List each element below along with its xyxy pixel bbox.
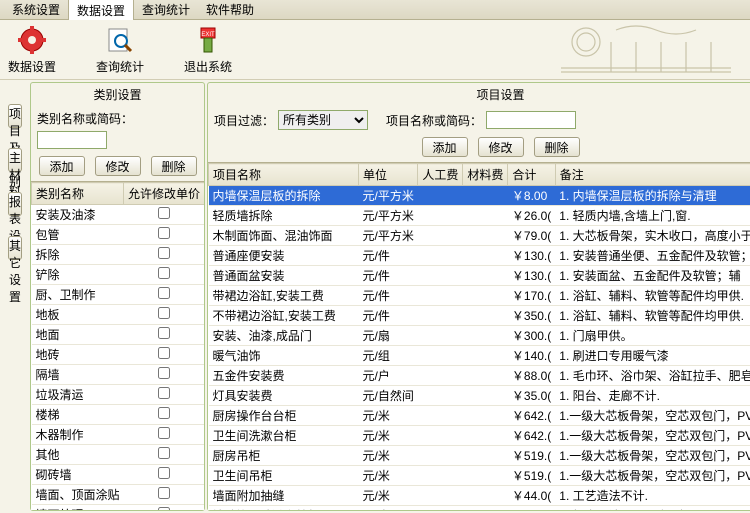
allow-edit-checkbox[interactable] (158, 387, 170, 399)
menu-0[interactable]: 系统设置 (4, 0, 68, 20)
svg-text:EXIT: EXIT (201, 32, 215, 38)
table-row[interactable]: 带裙边浴缸,安装工费元/件￥170.(1. 浴缸、辅料、软管等配件均甲供. (209, 286, 750, 306)
allow-edit-checkbox[interactable] (158, 447, 170, 459)
proj-add-button[interactable]: 添加 (422, 137, 468, 157)
cat-name-label: 类别名称或简码： (37, 110, 133, 127)
table-row[interactable]: 地面 (32, 325, 205, 345)
cat-del-button[interactable]: 删除 (151, 156, 197, 176)
table-row[interactable]: 厨房吊柜元/米￥519.(1.一级大芯板骨架，空芯双包门，PVC收. (209, 446, 750, 466)
table-row[interactable]: 墙面、顶面涂贴 (32, 485, 205, 505)
category-panel: 类别设置 类别名称或简码： 添加 修改 删除 类别名称允许修改单价安装及油漆包管… (30, 82, 205, 511)
menu-3[interactable]: 软件帮助 (198, 0, 262, 20)
category-table[interactable]: 类别名称允许修改单价安装及油漆包管拆除铲除厨、卫制作地板地面地砖隔墙垃圾清运楼梯… (31, 182, 204, 510)
table-row[interactable]: 不带裙边浴缸,安装工费元/件￥350.(1. 浴缸、辅料、软管等配件均甲供. (209, 306, 750, 326)
allow-edit-checkbox[interactable] (158, 207, 170, 219)
project-panel: 项目设置 项目过滤： 所有类别 项目名称或简码： 添加 修改 删除 项目名称单位… (207, 82, 750, 511)
project-table[interactable]: 项目名称单位人工费材料费合计备注内墙保温层板的拆除元/平方米￥8.001. 内墙… (208, 163, 750, 510)
nav-btn-3[interactable]: 其它设置 (8, 236, 22, 260)
allow-edit-checkbox[interactable] (158, 427, 170, 439)
table-row[interactable]: 木制面饰面、混油饰面元/平方米￥79.0(1. 大芯板骨架，实木收口，高度小于 (209, 226, 750, 246)
table-row[interactable]: 内墙保温层板的拆除元/平方米￥8.001. 内墙保温层板的拆除与清理 (209, 186, 750, 206)
tool-query[interactable]: 查询统计 (96, 24, 144, 75)
table-row[interactable]: 垃圾清运 (32, 385, 205, 405)
table-row[interactable]: 卫生间吊柜元/米￥519.(1.一级大芯板骨架，空芯双包门，PVC收. (209, 466, 750, 486)
allow-edit-checkbox[interactable] (158, 487, 170, 499)
proj-filter-select[interactable]: 所有类别 (278, 110, 368, 130)
nav-btn-2[interactable]: 报表设置 (8, 192, 22, 216)
tool-data[interactable]: 数据设置 (8, 24, 56, 75)
allow-edit-checkbox[interactable] (158, 507, 170, 510)
table-row[interactable]: 墙面处理 (32, 505, 205, 511)
cat-edit-button[interactable]: 修改 (95, 156, 141, 176)
tool-exit[interactable]: EXIT 退出系统 (184, 24, 232, 75)
table-row[interactable]: 安装、油漆,成品门元/扇￥300.(1. 门扇甲供。 (209, 326, 750, 346)
table-row[interactable]: 木器制作 (32, 425, 205, 445)
allow-edit-checkbox[interactable] (158, 347, 170, 359)
table-row[interactable]: 普通面盆安装元/件￥130.(1. 安装面盆、五金配件及软管；辅 (209, 266, 750, 286)
tool-data-label: 数据设置 (8, 58, 56, 75)
table-row[interactable]: 卫生间洗漱台柜元/米￥642.(1.一级大芯板骨架，空芯双包门，PVC收. (209, 426, 750, 446)
menu-1[interactable]: 数据设置 (68, 0, 134, 21)
project-title: 项目设置 (208, 83, 750, 106)
table-row[interactable]: 暖气油饰元/组￥140.(1. 刷进口专用暖气漆 (209, 346, 750, 366)
table-row[interactable]: 地板 (32, 305, 205, 325)
table-row[interactable]: 五金件安装费元/户￥88.0(1. 毛巾环、浴巾架、浴缸拉手、肥皂 (209, 366, 750, 386)
proj-name-input[interactable] (486, 111, 576, 129)
tool-exit-label: 退出系统 (184, 58, 232, 75)
proj-filter-label: 项目过滤： (214, 112, 274, 129)
nav-btn-0[interactable]: 项目及类别 (8, 104, 22, 128)
proj-del-button[interactable]: 删除 (534, 137, 580, 157)
menubar: 系统设置数据设置查询统计软件帮助 (0, 0, 750, 20)
tool-query-label: 查询统计 (96, 58, 144, 75)
table-row[interactable]: 包管 (32, 225, 205, 245)
table-row[interactable]: 其他 (32, 445, 205, 465)
allow-edit-checkbox[interactable] (158, 247, 170, 259)
exit-icon: EXIT (192, 24, 224, 56)
table-row[interactable]: 厨、卫制作 (32, 285, 205, 305)
table-row[interactable]: 灯具安装费元/自然间￥35.0(1. 阳台、走廊不计. (209, 386, 750, 406)
allow-edit-checkbox[interactable] (158, 267, 170, 279)
table-row[interactable]: 拆除 (32, 245, 205, 265)
toolbar: 数据设置 查询统计 EXIT 退出系统 (0, 20, 750, 80)
table-row[interactable]: 墙砖饰面洗漱台管棚元/米￥616.(1. 柜内刷油,6分厚防火板. (209, 506, 750, 511)
menu-2[interactable]: 查询统计 (134, 0, 198, 20)
table-row[interactable]: 铲除 (32, 265, 205, 285)
category-title: 类别设置 (31, 83, 204, 106)
table-row[interactable]: 墙面附加抽缝元/米￥44.0(1. 工艺造法不计. (209, 486, 750, 506)
gear-icon (16, 24, 48, 56)
table-row[interactable]: 普通座便安装元/件￥130.(1. 安装普通坐便、五金配件及软管； (209, 246, 750, 266)
cat-add-button[interactable]: 添加 (39, 156, 85, 176)
table-row[interactable]: 地砖 (32, 345, 205, 365)
allow-edit-checkbox[interactable] (158, 307, 170, 319)
allow-edit-checkbox[interactable] (158, 227, 170, 239)
allow-edit-checkbox[interactable] (158, 367, 170, 379)
cat-name-input[interactable] (37, 131, 107, 149)
allow-edit-checkbox[interactable] (158, 407, 170, 419)
proj-edit-button[interactable]: 修改 (478, 137, 524, 157)
column-decoration (556, 22, 736, 76)
table-row[interactable]: 楼梯 (32, 405, 205, 425)
proj-name-label: 项目名称或简码： (386, 112, 482, 129)
table-row[interactable]: 隔墙 (32, 365, 205, 385)
table-row[interactable]: 安装及油漆 (32, 205, 205, 225)
table-row[interactable]: 轻质墙拆除元/平方米￥26.0(1. 轻质内墙,含墙上门,窗. (209, 206, 750, 226)
allow-edit-checkbox[interactable] (158, 327, 170, 339)
magnifier-icon (104, 24, 136, 56)
left-nav: 项目及类别主材料报表设置其它设置 (0, 80, 30, 513)
allow-edit-checkbox[interactable] (158, 287, 170, 299)
table-row[interactable]: 厨房操作台台柜元/米￥642.(1.一级大芯板骨架，空芯双包门，PVC收. (209, 406, 750, 426)
nav-btn-1[interactable]: 主材料 (8, 148, 22, 172)
allow-edit-checkbox[interactable] (158, 467, 170, 479)
table-row[interactable]: 砌砖墙 (32, 465, 205, 485)
